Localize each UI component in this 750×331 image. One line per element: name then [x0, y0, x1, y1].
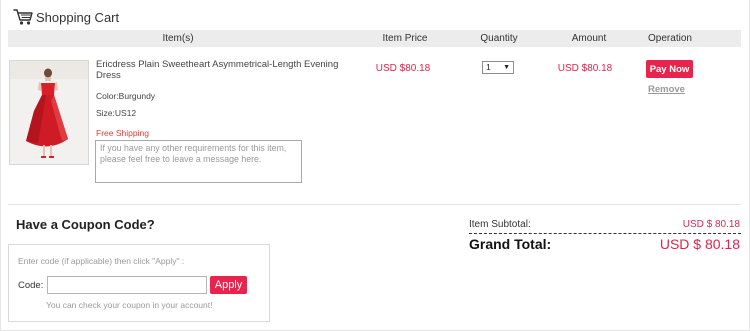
column-header-price: Item Price	[382, 33, 428, 44]
remove-link[interactable]: Remove	[648, 84, 685, 95]
column-header-items: Item(s)	[162, 33, 194, 44]
coupon-note: You can check your coupon in your accoun…	[46, 300, 213, 310]
product-thumbnail[interactable]	[9, 60, 89, 165]
dress-image	[10, 61, 88, 164]
column-header-operation: Operation	[648, 33, 692, 44]
cart-column-headers: Item(s) Item Price Quantity Amount Opera…	[8, 30, 741, 47]
cart-icon	[13, 8, 35, 26]
product-size: Size:US12	[96, 108, 137, 118]
coupon-code-input[interactable]	[47, 276, 207, 294]
product-name-link[interactable]: Ericdress Plain Sweetheart Asymmetrical-…	[96, 59, 346, 81]
totals-separator	[469, 233, 741, 234]
coupon-title: Have a Coupon Code?	[16, 217, 155, 232]
free-shipping-label: Free Shipping	[96, 128, 149, 138]
grand-total-value: USD $ 80.18	[659, 236, 740, 252]
item-subtotal-value: USD $ 80.18	[682, 219, 740, 230]
column-header-amount: Amount	[571, 33, 607, 44]
coupon-hint: Enter code (if applicable) then click "A…	[18, 256, 185, 266]
item-message-textarea[interactable]	[95, 140, 302, 183]
quantity-select[interactable]: 1 ▼	[482, 61, 514, 74]
coupon-code-label: Code:	[18, 280, 44, 291]
apply-coupon-button[interactable]: Apply	[210, 276, 247, 294]
column-header-quantity: Quantity	[480, 33, 518, 44]
item-price: USD $80.18	[375, 63, 431, 74]
cart-header: Shopping Cart	[13, 6, 119, 28]
grand-total-label: Grand Total:	[469, 236, 552, 252]
section-divider	[8, 204, 741, 205]
pay-now-button[interactable]: Pay Now	[646, 60, 693, 78]
quantity-value: 1	[486, 62, 491, 72]
chevron-down-icon: ▼	[503, 64, 510, 71]
item-amount: USD $80.18	[557, 63, 613, 74]
page-title: Shopping Cart	[36, 9, 120, 25]
item-subtotal-label: Item Subtotal:	[469, 219, 531, 230]
product-color: Color:Burgundy	[96, 91, 156, 101]
